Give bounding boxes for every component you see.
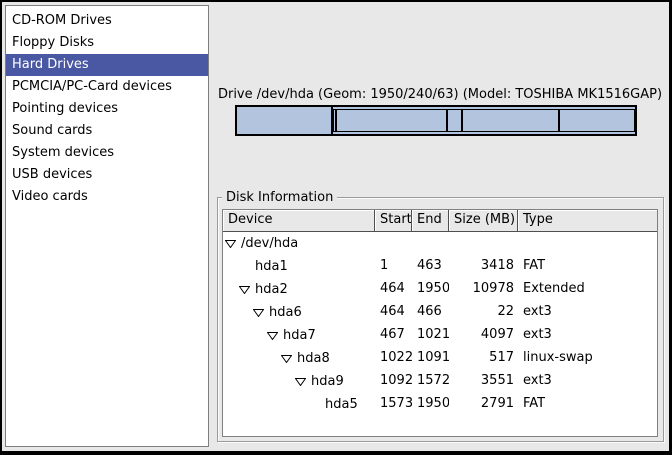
- start-cell: 1092: [375, 370, 412, 393]
- sidebar-item-cd-rom-drives[interactable]: CD-ROM Drives: [6, 10, 208, 32]
- start-cell: [375, 232, 412, 255]
- partition-segment-hda2-extended: [333, 107, 635, 134]
- disk-table-body: /dev/hdahda114633418FAThda2464195010978E…: [223, 232, 657, 436]
- device-label: hda6: [269, 302, 302, 324]
- drive-title: Drive /dev/hda (Geom: 1950/240/63) (Mode…: [215, 87, 665, 102]
- table-row-hda6[interactable]: hda6 46446622ext3: [223, 301, 657, 324]
- device-cell: hda8: [223, 347, 375, 370]
- disk-information-legend: Disk Information: [222, 190, 337, 205]
- disk-table-header: DeviceStartEndSize (MB)Type: [223, 210, 657, 232]
- device-cell: hda1: [223, 255, 375, 278]
- sidebar-item-hard-drives[interactable]: Hard Drives: [6, 54, 208, 76]
- tree-expander-open-icon[interactable]: [267, 332, 278, 340]
- tree-expander-open-icon[interactable]: [253, 309, 264, 317]
- device-cell: hda6: [223, 301, 375, 324]
- device-cell: /dev/hda: [223, 232, 375, 255]
- device-cell: hda2: [223, 278, 375, 301]
- device-label: hda2: [255, 279, 288, 301]
- disk-information-table: DeviceStartEndSize (MB)Type /dev/hdahda1…: [222, 209, 658, 437]
- hardware-browser-window: CD-ROM DrivesFloppy DisksHard DrivesPCMC…: [0, 0, 672, 455]
- device-label: hda8: [297, 348, 330, 370]
- device-label: hda7: [283, 325, 316, 347]
- device-label: hda5: [325, 394, 358, 416]
- start-cell: 467: [375, 324, 412, 347]
- type-cell: Extended: [518, 278, 657, 301]
- sidebar-item-video-cards[interactable]: Video cards: [6, 186, 208, 208]
- end-cell: 1021: [412, 324, 449, 347]
- tree-expander-open-icon[interactable]: [295, 378, 306, 386]
- sidebar-item-system-devices[interactable]: System devices: [6, 142, 208, 164]
- column-header-size-mb[interactable]: Size (MB): [449, 210, 518, 232]
- sidebar-item-usb-devices[interactable]: USB devices: [6, 164, 208, 186]
- start-cell: 1573: [375, 393, 412, 416]
- table-row-hda2[interactable]: hda2 464195010978Extended: [223, 278, 657, 301]
- column-header-type[interactable]: Type: [518, 210, 657, 232]
- end-cell: 463: [412, 255, 449, 278]
- table-row-dev-hda[interactable]: /dev/hda: [223, 232, 657, 255]
- type-cell: linux-swap: [518, 347, 657, 370]
- column-header-device[interactable]: Device: [223, 210, 375, 232]
- start-cell: 464: [375, 278, 412, 301]
- start-cell: 464: [375, 301, 412, 324]
- table-row-hda5[interactable]: hda5 157319502791FAT: [223, 393, 657, 416]
- tree-expander-open-icon[interactable]: [239, 286, 250, 294]
- table-row-hda8[interactable]: hda8 10221091517linux-swap: [223, 347, 657, 370]
- size-cell: 3551: [449, 370, 518, 393]
- sidebar-item-sound-cards[interactable]: Sound cards: [6, 120, 208, 142]
- start-cell: 1022: [375, 347, 412, 370]
- end-cell: 1091: [412, 347, 449, 370]
- column-header-end[interactable]: End: [412, 210, 449, 232]
- partition-segment-hda8: [447, 109, 463, 132]
- size-cell: 4097: [449, 324, 518, 347]
- partition-bar: [235, 105, 637, 136]
- type-cell: [518, 232, 657, 255]
- table-row-hda1[interactable]: hda1 14633418FAT: [223, 255, 657, 278]
- sidebar-item-pointing-devices[interactable]: Pointing devices: [6, 98, 208, 120]
- type-cell: ext3: [518, 301, 657, 324]
- size-cell: 10978: [449, 278, 518, 301]
- end-cell: 1572: [412, 370, 449, 393]
- device-cell: hda9: [223, 370, 375, 393]
- type-cell: FAT: [518, 255, 657, 278]
- partition-segment-hda9: [462, 109, 558, 132]
- device-label: hda9: [311, 371, 344, 393]
- size-cell: [449, 232, 518, 255]
- end-cell: 466: [412, 301, 449, 324]
- sidebar-item-pcmcia-pc-card-devices[interactable]: PCMCIA/PC-Card devices: [6, 76, 208, 98]
- table-row-hda9[interactable]: hda9 109215723551ext3: [223, 370, 657, 393]
- size-cell: 3418: [449, 255, 518, 278]
- table-row-hda7[interactable]: hda7 46710214097ext3: [223, 324, 657, 347]
- column-header-start[interactable]: Start: [375, 210, 412, 232]
- device-label: hda1: [255, 256, 288, 278]
- tree-expander-open-icon[interactable]: [225, 240, 236, 248]
- size-cell: 2791: [449, 393, 518, 416]
- device-label: /dev/hda: [241, 233, 298, 255]
- end-cell: [412, 232, 449, 255]
- size-cell: 22: [449, 301, 518, 324]
- sidebar-item-floppy-disks[interactable]: Floppy Disks: [6, 32, 208, 54]
- size-cell: 517: [449, 347, 518, 370]
- partition-segment-hda1: [237, 107, 333, 134]
- end-cell: 1950: [412, 278, 449, 301]
- tree-expander-open-icon[interactable]: [281, 355, 292, 363]
- partition-segment-hda5: [559, 109, 635, 132]
- device-cell: hda7: [223, 324, 375, 347]
- device-cell: hda5: [223, 393, 375, 416]
- type-cell: ext3: [518, 324, 657, 347]
- device-category-list: CD-ROM DrivesFloppy DisksHard DrivesPCMC…: [5, 5, 209, 447]
- type-cell: FAT: [518, 393, 657, 416]
- start-cell: 1: [375, 255, 412, 278]
- end-cell: 1950: [412, 393, 449, 416]
- partition-segment-hda7: [336, 109, 447, 132]
- type-cell: ext3: [518, 370, 657, 393]
